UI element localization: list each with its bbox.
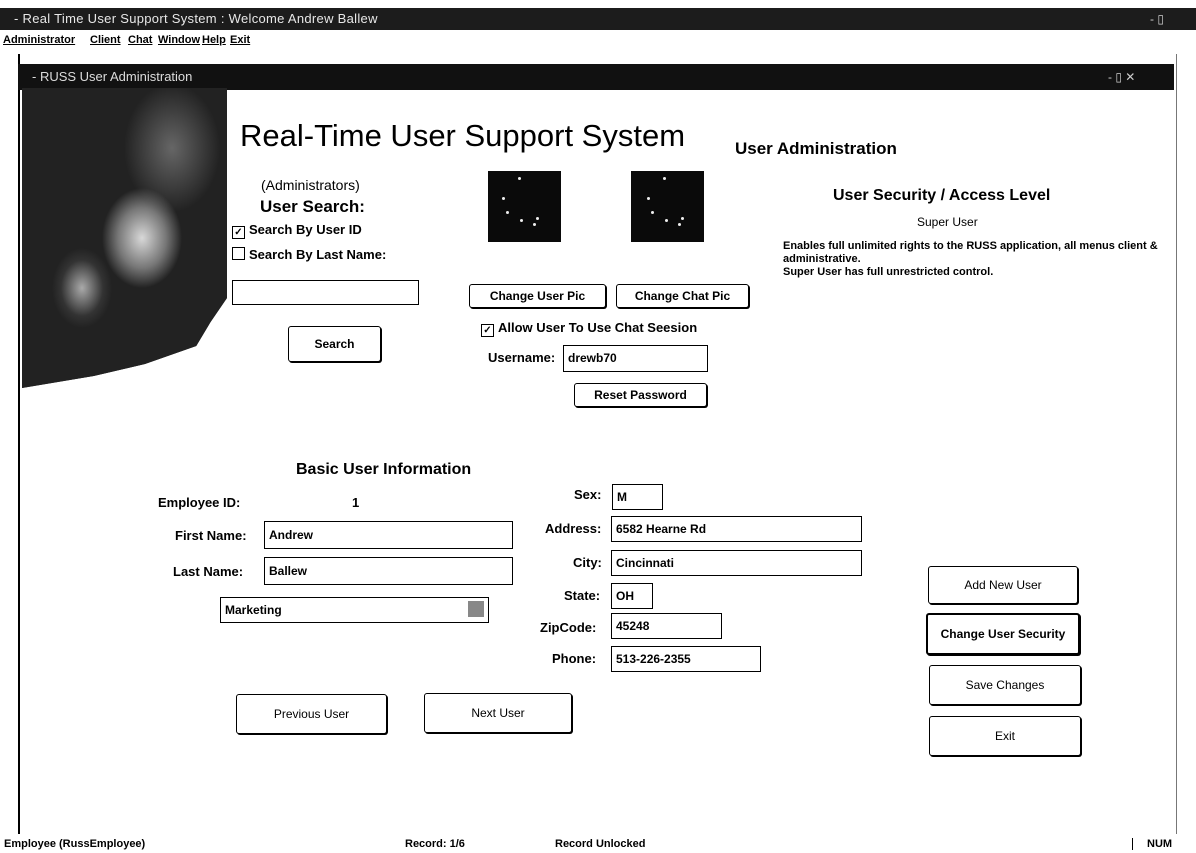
menu-client[interactable]: Client xyxy=(90,34,121,46)
menu-chat[interactable]: Chat xyxy=(128,34,152,46)
menu-bar: Administrator Client Chat Window Help Ex… xyxy=(0,30,1196,50)
status-bar: Employee (RussEmployee) Record: 1/6 Reco… xyxy=(0,833,1196,853)
employee-id-value: 1 xyxy=(352,495,360,510)
user-photo xyxy=(22,88,227,388)
status-num: NUM xyxy=(1132,838,1172,850)
sex-field[interactable]: M xyxy=(612,484,663,510)
security-level: Super User xyxy=(917,215,978,229)
status-record: Record: 1/6 xyxy=(405,838,465,850)
username-label: Username: xyxy=(488,350,556,365)
next-user-button[interactable]: Next User xyxy=(424,693,572,733)
app-title-bar: - Real Time User Support System : Welcom… xyxy=(0,8,1196,30)
address-field[interactable]: 6582 Hearne Rd xyxy=(611,516,862,542)
last-name-label: Last Name: xyxy=(173,564,244,579)
child-title: - RUSS User Administration xyxy=(32,69,193,84)
security-note: Super User has full unrestricted control… xyxy=(783,266,994,278)
security-description: Enables full unlimited rights to the RUS… xyxy=(783,240,1178,279)
user-pic xyxy=(488,171,561,242)
allow-chat-option[interactable]: ✓ Allow User To Use Chat Seesion xyxy=(481,320,697,337)
app-title: - Real Time User Support System : Welcom… xyxy=(14,11,378,26)
chat-pic xyxy=(631,171,704,242)
state-label: State: xyxy=(564,588,601,603)
basic-info-heading: Basic User Information xyxy=(296,461,472,478)
search-by-id-checkbox[interactable]: ✓ xyxy=(232,226,245,239)
menu-administrator[interactable]: Administrator xyxy=(3,34,75,46)
first-name-field[interactable]: Andrew xyxy=(264,521,513,549)
employee-id-label: Employee ID: xyxy=(158,495,241,510)
city-field[interactable]: Cincinnati xyxy=(611,550,862,576)
security-heading: User Security / Access Level xyxy=(833,187,1051,204)
change-user-pic-button[interactable]: Change User Pic xyxy=(469,284,606,308)
last-name-field[interactable]: Ballew xyxy=(264,557,513,585)
allow-chat-checkbox[interactable]: ✓ xyxy=(481,324,494,337)
admin-subtitle: (Administrators) xyxy=(261,177,360,193)
phone-label: Phone: xyxy=(552,651,597,666)
status-lock: Record Unlocked xyxy=(555,838,646,850)
child-title-bar: - RUSS User Administration - ▯ ✕ xyxy=(18,64,1174,90)
search-by-id-option[interactable]: ✓ Search By User ID xyxy=(232,222,362,239)
section-title: User Administration xyxy=(735,139,897,158)
dropdown-arrow-icon[interactable] xyxy=(468,601,484,617)
exit-button[interactable]: Exit xyxy=(929,716,1081,756)
menu-help[interactable]: Help xyxy=(202,34,226,46)
page-title: Real-Time User Support System xyxy=(240,118,686,153)
window-controls[interactable]: - ▯ xyxy=(1150,8,1164,30)
search-by-lastname-checkbox[interactable] xyxy=(232,247,245,260)
city-label: City: xyxy=(573,555,602,570)
zip-field[interactable]: 45248 xyxy=(611,613,722,639)
username-field[interactable]: drewb70 xyxy=(563,345,708,372)
change-chat-pic-button[interactable]: Change Chat Pic xyxy=(616,284,749,308)
reset-password-button[interactable]: Reset Password xyxy=(574,383,707,407)
phone-field[interactable]: 513-226-2355 xyxy=(611,646,761,672)
save-changes-button[interactable]: Save Changes xyxy=(929,665,1081,705)
search-heading: User Search: xyxy=(260,197,365,216)
address-label: Address: xyxy=(545,521,602,536)
change-user-security-button[interactable]: Change User Security xyxy=(926,613,1080,655)
first-name-label: First Name: xyxy=(175,528,247,543)
menu-exit[interactable]: Exit xyxy=(230,34,250,46)
search-button[interactable]: Search xyxy=(288,326,381,362)
department-select[interactable]: Marketing xyxy=(220,597,489,623)
add-new-user-button[interactable]: Add New User xyxy=(928,566,1078,604)
state-field[interactable]: OH xyxy=(611,583,653,609)
sex-label: Sex: xyxy=(574,487,602,502)
zip-label: ZipCode: xyxy=(540,620,597,635)
search-input[interactable] xyxy=(232,280,419,305)
child-window-controls[interactable]: - ▯ ✕ xyxy=(1108,64,1135,90)
menu-window[interactable]: Window xyxy=(158,34,200,46)
previous-user-button[interactable]: Previous User xyxy=(236,694,387,734)
status-form-name: Employee (RussEmployee) xyxy=(4,838,146,850)
search-by-lastname-option[interactable]: Search By Last Name: xyxy=(232,247,386,262)
